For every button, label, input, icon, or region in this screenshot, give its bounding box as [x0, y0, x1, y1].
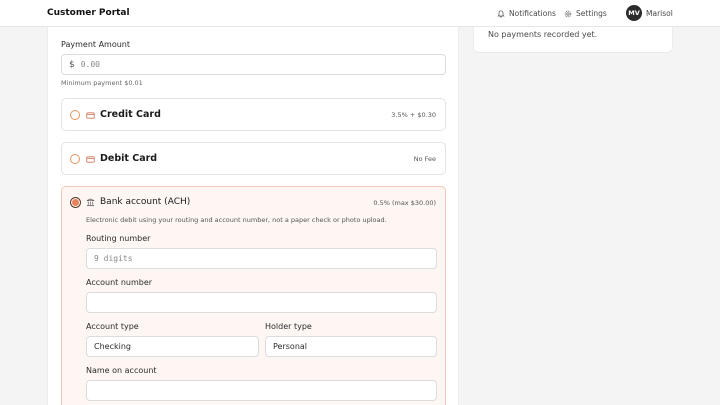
bank-ach-title: Bank account (ACH): [100, 197, 191, 207]
account-number-input[interactable]: [86, 292, 437, 313]
debit-card-radio[interactable]: [70, 154, 80, 164]
credit-card-title: Credit Card: [100, 109, 161, 120]
holder-type-value: Personal: [273, 342, 308, 351]
holder-type-select[interactable]: Personal: [265, 336, 437, 357]
routing-number-label: Routing number: [86, 234, 151, 243]
currency-symbol: $: [69, 59, 75, 70]
name-on-account-input[interactable]: [86, 380, 437, 401]
bank-ach-fee: 0.5% (max $30.00): [373, 199, 436, 207]
bank-ach-radio[interactable]: [70, 197, 81, 208]
payment-amount-input[interactable]: $ 0.00: [61, 54, 446, 75]
method-credit-card[interactable]: Credit Card 3.5% + $0.30: [61, 98, 446, 131]
debit-card-title: Debit Card: [100, 153, 158, 164]
minimum-payment-hint: Minimum payment $0.01: [61, 79, 143, 87]
account-type-label: Account type: [86, 322, 139, 331]
account-type-select[interactable]: Checking: [86, 336, 259, 357]
amount-placeholder: 0.00: [80, 60, 100, 69]
credit-card-radio[interactable]: [70, 110, 80, 120]
routing-number-placeholder: 9 digits: [94, 254, 133, 263]
credit-card-fee: 3.5% + $0.30: [391, 111, 436, 119]
avatar[interactable]: MV: [626, 5, 642, 21]
bank-ach-description: Electronic debit using your routing and …: [86, 216, 387, 224]
account-type-value: Checking: [94, 342, 131, 351]
settings-link[interactable]: Settings: [564, 9, 607, 18]
holder-type-label: Holder type: [265, 322, 312, 331]
top-navigation-bar: Customer Portal Notifications Settings M…: [0, 0, 720, 27]
bell-icon: [497, 9, 505, 17]
notifications-link[interactable]: Notifications: [497, 9, 556, 18]
notifications-label: Notifications: [509, 9, 556, 18]
debit-card-fee: No Fee: [413, 155, 436, 163]
bank-icon: [86, 198, 95, 207]
method-debit-card[interactable]: Debit Card No Fee: [61, 142, 446, 175]
app-title: Customer Portal: [47, 8, 130, 18]
payment-amount-label: Payment Amount: [61, 40, 131, 49]
name-on-account-label: Name on account: [86, 366, 157, 375]
account-number-label: Account number: [86, 278, 153, 287]
credit-card-icon: [86, 112, 95, 119]
routing-number-input[interactable]: 9 digits: [86, 248, 437, 269]
empty-history-text: No payments recorded yet.: [488, 30, 598, 39]
gear-icon: [564, 10, 572, 17]
debit-card-icon: [86, 156, 95, 163]
user-name[interactable]: Marisol: [646, 9, 673, 18]
settings-label: Settings: [576, 9, 607, 18]
